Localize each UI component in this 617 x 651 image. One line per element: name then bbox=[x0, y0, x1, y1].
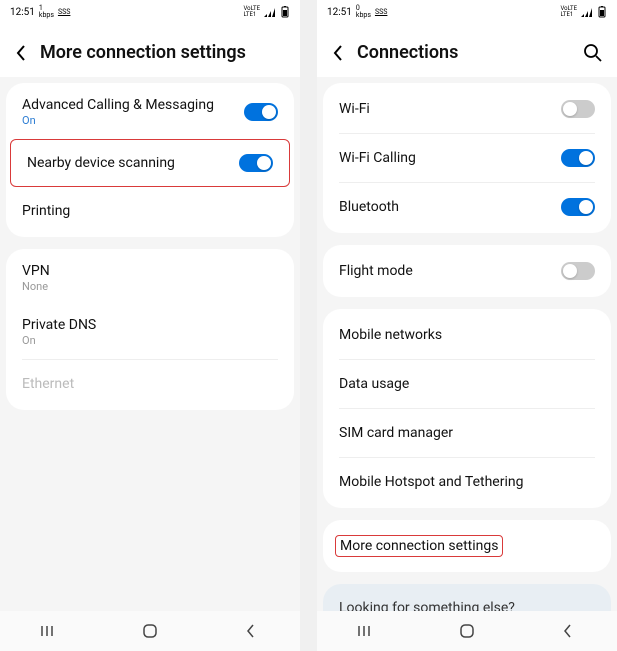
back-icon[interactable] bbox=[331, 46, 345, 60]
toggle-advanced-calling[interactable] bbox=[244, 103, 278, 121]
nav-home-icon[interactable] bbox=[456, 620, 478, 642]
row-wifi-calling[interactable]: Wi-Fi Calling bbox=[323, 134, 611, 182]
toggle-nearby-scanning[interactable] bbox=[239, 154, 273, 172]
nav-back-icon[interactable] bbox=[239, 620, 261, 642]
page-title: Connections bbox=[357, 42, 458, 63]
label: Bluetooth bbox=[339, 199, 399, 215]
card-4: More connection settings bbox=[323, 520, 611, 572]
label: Flight mode bbox=[339, 263, 413, 279]
toggle-flight[interactable] bbox=[561, 262, 595, 280]
signal-icon bbox=[581, 7, 593, 17]
row-sim-manager[interactable]: SIM card manager bbox=[323, 409, 611, 457]
volte-indicator: VoLTELTE1 bbox=[560, 6, 577, 18]
card-1: Wi-Fi Wi-Fi Calling Bluetooth bbox=[323, 83, 611, 233]
page-title: More connection settings bbox=[40, 42, 246, 63]
label: Mobile Hotspot and Tethering bbox=[339, 474, 523, 490]
row-nearby-scanning[interactable]: Nearby device scanning bbox=[10, 139, 290, 187]
card-3: Mobile networks Data usage SIM card mana… bbox=[323, 309, 611, 508]
settings-list: Advanced Calling & Messaging On Nearby d… bbox=[0, 77, 300, 651]
row-ethernet: Ethernet bbox=[6, 360, 294, 408]
row-vpn[interactable]: VPN None bbox=[6, 251, 294, 305]
label: Wi-Fi bbox=[339, 101, 370, 117]
volte-indicator: VoLTELTE1 bbox=[243, 6, 260, 18]
row-bluetooth[interactable]: Bluetooth bbox=[323, 183, 611, 231]
label: Nearby device scanning bbox=[27, 155, 175, 171]
clock: 12:51 bbox=[10, 7, 35, 18]
settings-list: Wi-Fi Wi-Fi Calling Bluetooth Flight mod… bbox=[317, 77, 617, 651]
header: Connections bbox=[317, 24, 617, 77]
nav-home-icon[interactable] bbox=[139, 620, 161, 642]
label: More connection settings bbox=[335, 535, 503, 557]
net-indicator: 0kbps bbox=[356, 5, 371, 19]
label: Advanced Calling & Messaging bbox=[22, 97, 214, 113]
status-bar: 12:51 1kbps SSS VoLTELTE1 bbox=[0, 0, 300, 24]
row-flight-mode[interactable]: Flight mode bbox=[323, 247, 611, 295]
row-more-connection-settings[interactable]: More connection settings bbox=[323, 522, 611, 570]
clock: 12:51 bbox=[327, 7, 352, 18]
nav-bar bbox=[0, 611, 300, 651]
row-private-dns[interactable]: Private DNS On bbox=[6, 305, 294, 359]
label: Ethernet bbox=[22, 376, 74, 392]
battery-icon bbox=[597, 6, 607, 18]
signal-icon bbox=[264, 7, 276, 17]
toggle-wifi-calling[interactable] bbox=[561, 149, 595, 167]
phone-left: 12:51 1kbps SSS VoLTELTE1 More connectio… bbox=[0, 0, 300, 651]
phone-right: 12:51 0kbps SSS VoLTELTE1 Connections Wi… bbox=[317, 0, 617, 651]
toggle-wifi[interactable] bbox=[561, 100, 595, 118]
sss-indicator: SSS bbox=[375, 8, 387, 16]
row-mobile-networks[interactable]: Mobile networks bbox=[323, 311, 611, 359]
card-2: Flight mode bbox=[323, 245, 611, 297]
net-indicator: 1kbps bbox=[39, 5, 54, 19]
row-advanced-calling[interactable]: Advanced Calling & Messaging On bbox=[6, 85, 294, 139]
back-icon[interactable] bbox=[14, 46, 28, 60]
toggle-bluetooth[interactable] bbox=[561, 198, 595, 216]
nav-back-icon[interactable] bbox=[556, 620, 578, 642]
nav-recent-icon[interactable] bbox=[356, 620, 378, 642]
row-hotspot[interactable]: Mobile Hotspot and Tethering bbox=[323, 458, 611, 506]
row-data-usage[interactable]: Data usage bbox=[323, 360, 611, 408]
label: Data usage bbox=[339, 376, 409, 392]
row-printing[interactable]: Printing bbox=[6, 187, 294, 235]
nav-recent-icon[interactable] bbox=[39, 620, 61, 642]
card-2: VPN None Private DNS On Ethernet bbox=[6, 249, 294, 410]
label: VPN bbox=[22, 263, 50, 279]
sss-indicator: SSS bbox=[58, 8, 70, 16]
label: SIM card manager bbox=[339, 425, 453, 441]
label: Wi-Fi Calling bbox=[339, 150, 416, 166]
label: Private DNS bbox=[22, 317, 96, 333]
sublabel: None bbox=[22, 280, 50, 293]
card-1: Advanced Calling & Messaging On Nearby d… bbox=[6, 83, 294, 237]
row-wifi[interactable]: Wi-Fi bbox=[323, 85, 611, 133]
label: Printing bbox=[22, 203, 70, 219]
battery-icon bbox=[280, 6, 290, 18]
sublabel: On bbox=[22, 334, 96, 347]
nav-bar bbox=[317, 611, 617, 651]
sublabel: On bbox=[22, 114, 214, 127]
search-icon[interactable] bbox=[583, 43, 603, 63]
label: Mobile networks bbox=[339, 327, 442, 343]
status-bar: 12:51 0kbps SSS VoLTELTE1 bbox=[317, 0, 617, 24]
header: More connection settings bbox=[0, 24, 300, 77]
